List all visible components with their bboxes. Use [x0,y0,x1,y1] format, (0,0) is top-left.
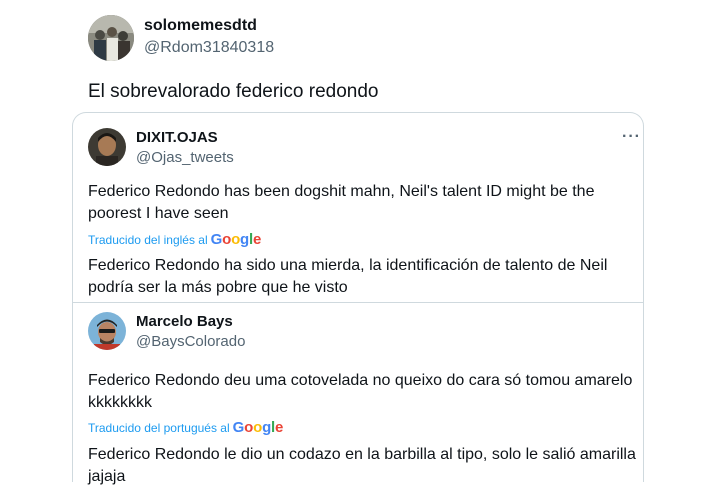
avatar-image [88,312,126,350]
google-letter: o [231,231,241,248]
google-logo: Google [233,419,284,436]
tweet-text: Federico Redondo deu uma cotovelada no q… [88,372,633,411]
google-letter: e [275,419,284,436]
tweet-text: Federico Redondo has been dogshit mahn, … [88,183,595,222]
avatar[interactable] [88,15,134,61]
more-icon[interactable]: ··· [622,128,641,146]
author-name[interactable]: Marcelo Bays [136,313,233,330]
translation-notice: Traducido del portugués al Google [88,419,283,436]
google-letter: o [244,419,254,436]
google-letter: g [240,231,249,248]
avatar-image [88,15,134,61]
translated-text: Federico Redondo le dio un codazo en la … [88,446,636,485]
translated-label: Traducido del portugués al [88,420,230,435]
tweet-text: El sobrevalorado federico redondo [88,81,379,102]
avatar-image [88,128,126,166]
author-handle[interactable]: @BaysColorado [136,333,245,350]
translated-label: Traducido del inglés al [88,232,208,247]
google-logo: Google [211,231,262,248]
divider [73,302,643,303]
google-letter: e [252,231,262,248]
author-handle[interactable]: @Ojas_tweets [136,149,234,166]
translation-notice: Traducido del inglés al Google [88,231,261,248]
author-handle[interactable]: @Rdom31840318 [144,39,274,57]
avatar[interactable] [88,128,126,166]
google-letter: G [210,231,223,248]
author-name[interactable]: DIXIT.OJAS [136,129,218,146]
translated-text: Federico Redondo ha sido una mierda, la … [88,257,608,296]
avatar[interactable] [88,312,126,350]
google-letter: g [262,419,272,436]
google-letter: o [222,231,232,248]
google-letter: G [232,419,245,436]
author-name[interactable]: solomemesdtd [144,17,257,35]
google-letter: o [253,419,263,436]
